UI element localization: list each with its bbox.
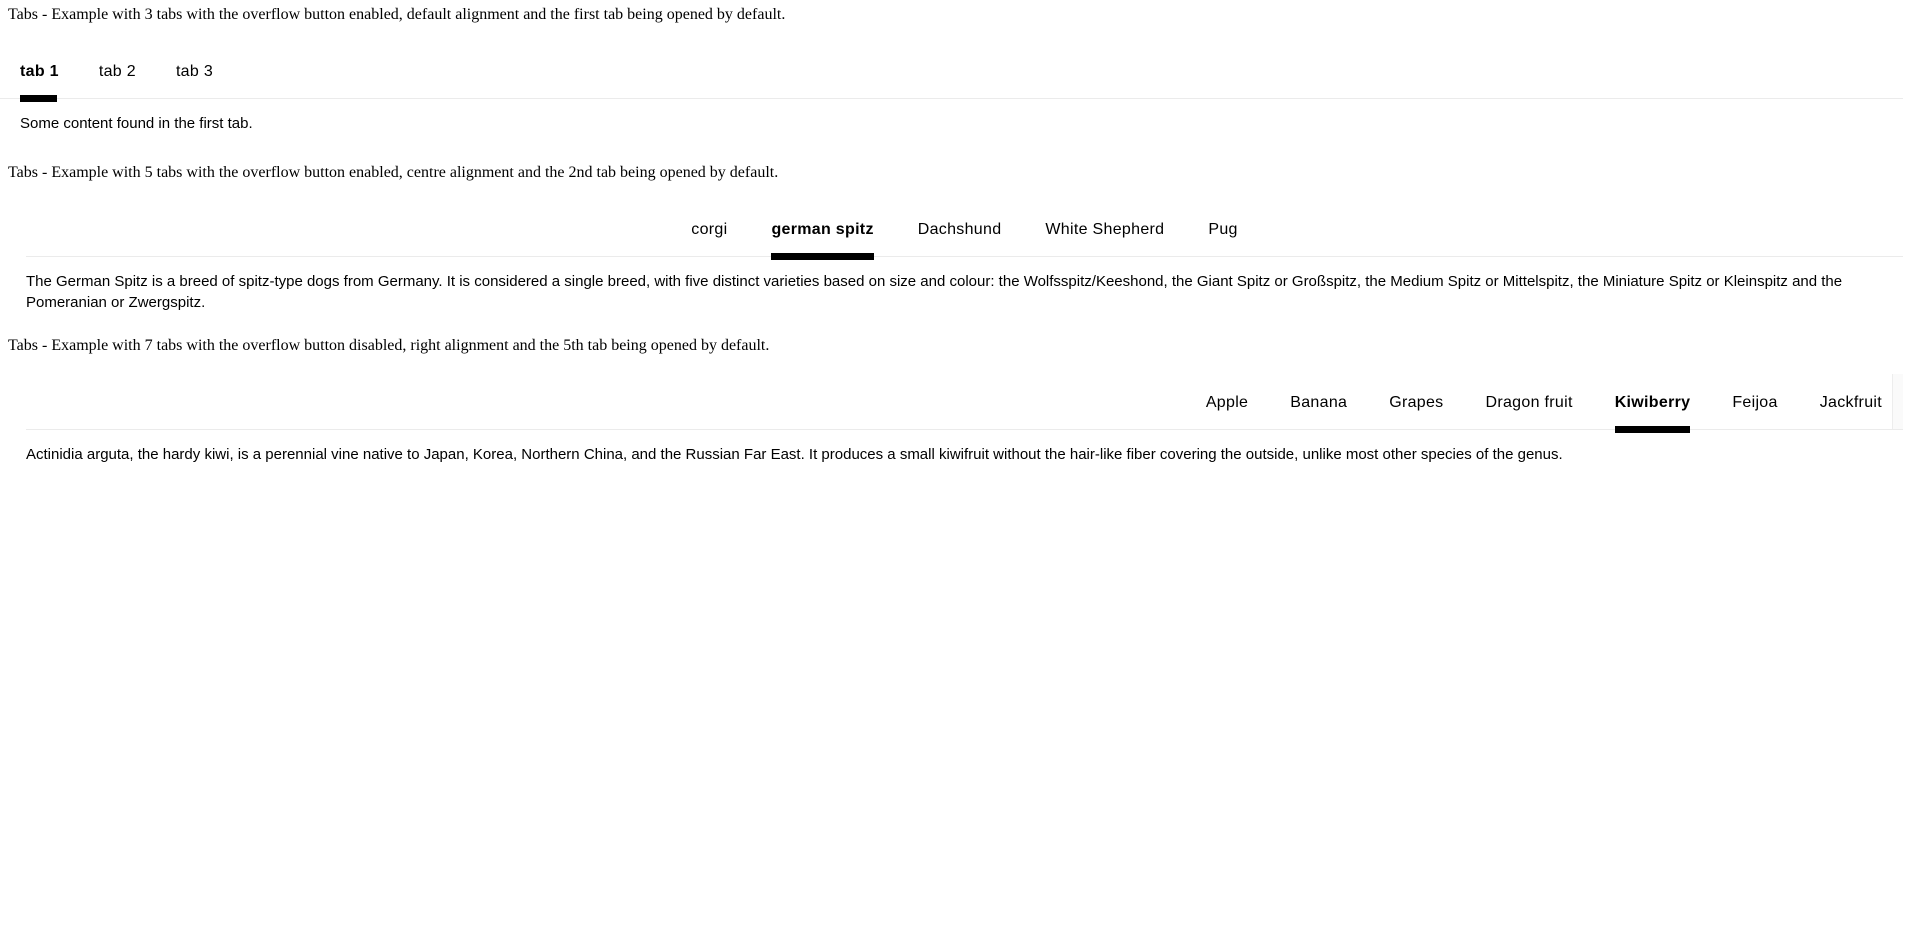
tab-3-item-banana[interactable]: Banana [1269, 377, 1368, 429]
tab-3-item-kiwiberry[interactable]: Kiwiberry [1594, 377, 1712, 433]
section-description-3: Tabs - Example with 7 tabs with the over… [8, 337, 770, 354]
tab-1-item-1[interactable]: tab 1 [0, 46, 79, 102]
tab-1-item-3[interactable]: tab 3 [156, 46, 233, 98]
tab-panel-3: Actinidia arguta, the hardy kiwi, is a p… [26, 446, 1563, 463]
tab-2-item-white-shepherd[interactable]: White Shepherd [1023, 204, 1186, 256]
section-description-1: Tabs - Example with 3 tabs with the over… [8, 6, 786, 23]
tab-1-item-2[interactable]: tab 2 [79, 46, 156, 98]
tab-3-item-grapes[interactable]: Grapes [1368, 377, 1464, 429]
tab-2-item-german-spitz[interactable]: german spitz [749, 204, 895, 260]
tab-3-item-feijoa[interactable]: Feijoa [1711, 377, 1798, 429]
tablist-2: corgi german spitz Dachshund White Sheph… [26, 201, 1903, 260]
section-description-2: Tabs - Example with 5 tabs with the over… [8, 164, 779, 181]
tab-3-item-apple[interactable]: Apple [1185, 377, 1269, 429]
tab-3-item-dragon-fruit[interactable]: Dragon fruit [1465, 377, 1594, 429]
tab-panel-2: The German Spitz is a breed of spitz-typ… [26, 273, 1843, 311]
tablist-1: tab 1 tab 2 tab 3 [0, 43, 1903, 102]
tab-2-item-pug[interactable]: Pug [1186, 204, 1259, 256]
tab-2-item-dachshund[interactable]: Dachshund [896, 204, 1024, 256]
tabs-component-3: Apple Banana Grapes Dragon fruit Kiwiber… [26, 374, 1903, 465]
tabs-component-1: tab 1 tab 2 tab 3 Some content found in … [0, 43, 1903, 134]
tabs-component-2: corgi german spitz Dachshund White Sheph… [26, 201, 1903, 313]
tab-panel-1: Some content found in the first tab. [20, 115, 253, 132]
page-root: Tabs - Example with 3 tabs with the over… [0, 0, 1920, 934]
tab-3-item-jackfruit[interactable]: Jackfruit [1799, 377, 1903, 429]
tab-2-item-corgi[interactable]: corgi [669, 204, 749, 256]
tablist-3: Apple Banana Grapes Dragon fruit Kiwiber… [26, 374, 1903, 433]
